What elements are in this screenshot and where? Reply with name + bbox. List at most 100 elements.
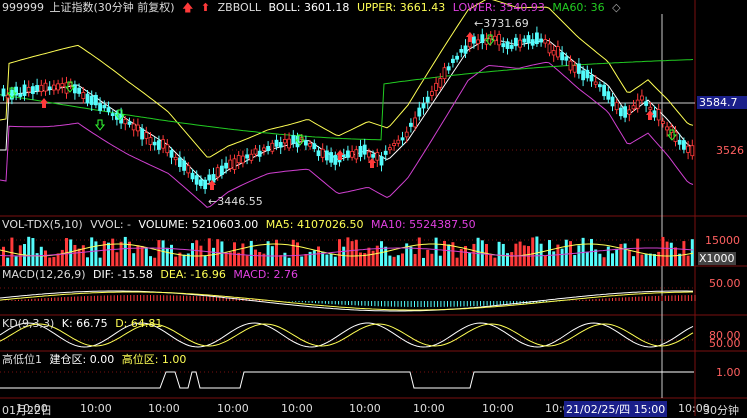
volume-bar: [258, 252, 262, 266]
volume-bar: [115, 252, 119, 266]
kd-d: D: 64.81: [115, 317, 163, 330]
candle-body: [135, 124, 140, 132]
volume-bar: [648, 253, 652, 266]
candle-body: [614, 102, 619, 111]
candle-body: [270, 142, 275, 152]
vol-ma5: MA5: 4107026.50: [265, 218, 364, 231]
diamond-icon[interactable]: ◇: [612, 1, 620, 14]
volume-bar: [489, 254, 493, 266]
hl-step-line: [0, 371, 694, 389]
volume-bar: [611, 253, 614, 266]
candle-body: [606, 91, 611, 100]
candle-body: [530, 39, 535, 46]
candle-body: [463, 45, 468, 54]
candle-body: [123, 118, 128, 125]
candle-body: [224, 162, 229, 169]
candle-body: [140, 128, 145, 140]
candle-body: [89, 95, 94, 105]
candle-body: [459, 49, 464, 53]
volume-bar: [69, 239, 73, 266]
candle-body: [182, 160, 187, 171]
volume-bar: [157, 240, 161, 266]
candle-body: [623, 106, 627, 118]
candle-body: [598, 84, 602, 88]
candle-body: [509, 44, 514, 49]
candle-body: [77, 87, 81, 94]
candle-body: [677, 139, 682, 145]
candle-body: [471, 36, 476, 44]
candle-body: [320, 148, 325, 158]
candle-body: [303, 140, 308, 146]
candle-body: [408, 122, 413, 127]
candle-body: [39, 84, 44, 92]
volume-bar: [44, 250, 47, 266]
high-mark: ←3731.69: [474, 17, 529, 30]
candle-body: [366, 151, 371, 158]
volume-bar: [94, 241, 98, 266]
candle-body: [635, 99, 640, 109]
candle-body: [497, 34, 502, 46]
candle-body: [266, 145, 271, 151]
candle-body: [589, 74, 594, 82]
candle-body: [324, 150, 329, 161]
candle-body: [560, 52, 564, 61]
volume-bar: [535, 236, 539, 266]
candle-body: [434, 82, 439, 91]
volume-bar: [107, 242, 110, 266]
volume-bar: [249, 240, 253, 266]
candle-body: [5, 94, 10, 99]
candle-body: [551, 50, 556, 56]
candle-body: [144, 132, 149, 139]
volume-bar: [401, 253, 404, 266]
volume-bar: [661, 236, 665, 266]
volume-bar: [472, 243, 476, 266]
volume-bar: [128, 241, 131, 266]
vol-unit: X1000: [698, 252, 736, 265]
arrow-up-icon[interactable]: 🡅: [182, 1, 193, 14]
volume-bar: [77, 248, 81, 266]
candle-body: [287, 138, 292, 149]
arrow-up-red-icon[interactable]: ⬆: [201, 1, 210, 14]
kd-k: K: 66.75: [61, 317, 108, 330]
candle-body: [648, 106, 653, 110]
hl-high: 高位区: 1.00: [121, 353, 187, 366]
candle-body: [127, 121, 132, 125]
candle-body: [333, 154, 338, 165]
volume-bar: [6, 257, 10, 266]
volume-bar: [338, 239, 341, 266]
buy-arrow-icon: [40, 98, 48, 108]
candle-body: [198, 179, 203, 186]
volume-bar: [111, 238, 115, 266]
volume-bar: [312, 250, 316, 266]
candle-body: [194, 175, 199, 185]
candle-body: [215, 167, 220, 178]
high-mark-value: 3731.69: [483, 17, 529, 30]
candle-body: [228, 159, 233, 169]
ma60-value: MA60: 36: [552, 1, 605, 14]
indicator-name: ZBBOLL: [217, 1, 261, 14]
volume-bar: [191, 243, 194, 266]
volume-bar: [552, 251, 556, 266]
low-mark-arrow-icon: ←: [208, 195, 218, 208]
kd-header: KD(9,3,3) K: 66.75 D: 64.81: [2, 317, 166, 331]
volume-bar: [367, 247, 371, 266]
candle-body: [387, 147, 392, 151]
volume-bar: [455, 257, 459, 266]
volume-bar: [388, 255, 392, 266]
candle-body: [505, 41, 510, 49]
candle-body: [644, 101, 648, 106]
candle-body: [131, 123, 136, 131]
volume-bar: [686, 255, 690, 266]
volume-bar: [359, 252, 362, 266]
volume-bar: [594, 249, 598, 266]
volume-bar: [497, 241, 501, 266]
volume-bar: [510, 252, 514, 266]
price-tag: 3584.7: [697, 96, 747, 109]
hl-header: 高低位1 建仓区: 0.00 高位区: 1.00: [2, 353, 190, 367]
candle-body: [392, 143, 397, 147]
volume-bar: [73, 244, 77, 266]
candle-body: [94, 94, 98, 106]
candle-body: [316, 150, 321, 157]
volume-bar: [657, 251, 661, 266]
volume-bar: [325, 254, 329, 266]
